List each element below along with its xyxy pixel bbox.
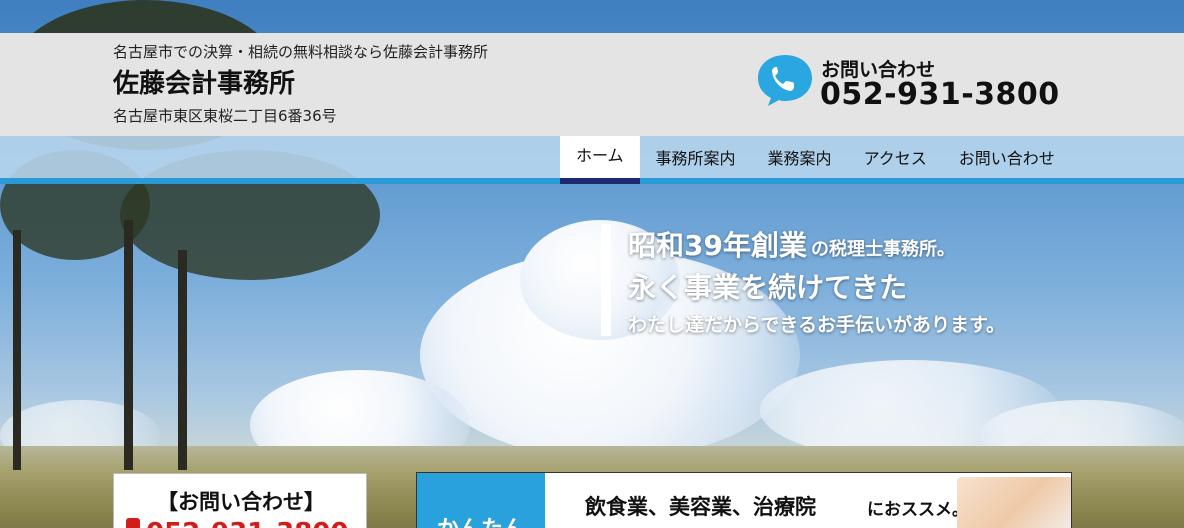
tree-trunk-2 <box>178 250 187 470</box>
phone-icon <box>758 55 812 106</box>
nav-item-home[interactable]: ホーム <box>560 136 640 184</box>
hero-headline-3: わたし達だからできるお手伝いがあります。 <box>628 314 1006 336</box>
hero-founded: 昭和39年創業 <box>628 229 807 262</box>
hero-firm-type: の税理士事務所。 <box>810 239 955 260</box>
nav-item-services[interactable]: 業務案内 <box>752 136 848 178</box>
mobile-phone-icon <box>126 518 140 528</box>
hero-accent-bar <box>601 224 611 336</box>
header-address: 名古屋市東区東桜二丁目6番36号 <box>113 107 337 125</box>
nav-item-contact[interactable]: お問い合わせ <box>943 136 1071 178</box>
promo-banner[interactable]: かんたん 飲食業、美容業、治療院 におススメ。 <box>416 472 1072 528</box>
promo-side-panel: かんたん <box>417 473 545 528</box>
hero-headline-1: 昭和39年創業 の税理士事務所。 <box>628 224 955 264</box>
promo-subtitle: におススメ。 <box>867 500 969 520</box>
contact-card-number[interactable]: 052-931-3800 <box>146 518 349 528</box>
hero-headline-2: 永く事業を続けてきた <box>628 271 908 304</box>
header-phone-number[interactable]: 052-931-3800 <box>820 77 1060 112</box>
contact-card[interactable]: 【お問い合わせ】 052-931-3800 <box>113 473 367 528</box>
promo-title: 飲食業、美容業、治療院 <box>585 495 816 519</box>
global-nav: ホーム 事務所案内 業務案内 アクセス お問い合わせ <box>560 136 1071 184</box>
tree-trunk-3 <box>13 230 21 470</box>
tree-trunk-1 <box>124 220 133 470</box>
site-logo-title[interactable]: 佐藤会計事務所 <box>113 63 295 100</box>
nav-item-office[interactable]: 事務所案内 <box>640 136 752 178</box>
nav-item-access[interactable]: アクセス <box>848 136 943 178</box>
promo-side-text: かんたん <box>437 511 525 528</box>
promo-keyboard-image <box>957 477 1071 528</box>
header-tagline: 名古屋市での決算・相続の無料相談なら佐藤会計事務所 <box>113 43 489 61</box>
contact-card-title: 【お問い合わせ】 <box>157 490 325 514</box>
site-header: 名古屋市での決算・相続の無料相談なら佐藤会計事務所 佐藤会計事務所 名古屋市東区… <box>0 33 1184 136</box>
